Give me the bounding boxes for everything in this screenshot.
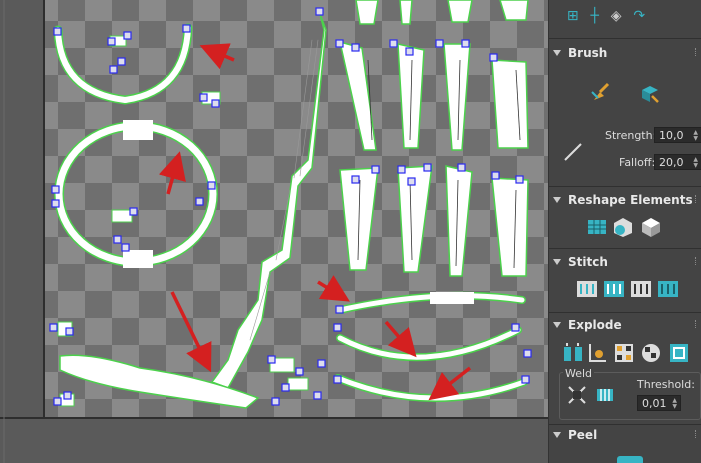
viewport-left-frame [0,0,44,463]
reshape-relax-icon[interactable] [611,216,635,238]
reshape-flatten-icon[interactable] [639,216,663,238]
stitch-target-icon[interactable] [629,278,653,300]
falloff-label: Falloff: [619,156,656,169]
checker-icon[interactable]: ◈ [611,8,622,24]
peel-icon[interactable] [617,456,643,463]
stitch-average-icon[interactable] [602,278,626,300]
weld-selected-icon[interactable] [565,384,589,406]
explode-detach-icon[interactable] [586,342,610,364]
strength-label: Strength: [605,129,657,142]
move-axis-icon[interactable]: ┼ [590,8,598,24]
brush-pinch-icon[interactable] [637,82,661,104]
stitch-title: Stitch [568,255,608,269]
reshape-straighten-icon[interactable] [585,216,609,238]
brush-relax-icon[interactable] [589,82,613,104]
falloff-line-icon[interactable] [561,141,585,163]
rotate-icon[interactable]: ↷ [633,8,645,24]
weld-label: Weld [563,367,595,380]
viewport-bottom-frame [0,418,548,463]
toolbar-icons-top[interactable]: ⊞ ┼ ◈ ↷ [561,0,651,32]
explode-title: Explode [568,318,622,332]
strength-value: 10,0 [659,128,684,142]
threshold-label: Threshold: [637,378,695,391]
grid-snap-icon[interactable]: ⊞ [567,8,579,24]
rollout-peel[interactable]: Peel [553,426,597,444]
threshold-spinner[interactable]: 0,01 ▲ ▼ [637,395,681,411]
explode-break-icon[interactable] [561,342,585,364]
uv-editor-viewport[interactable] [0,0,548,463]
threshold-value: 0,01 [642,396,667,410]
explode-flatten-icon[interactable] [667,342,691,364]
falloff-spinner[interactable]: 20,0 ▲ ▼ [654,154,701,170]
explode-checker-icon[interactable] [639,342,663,364]
weld-target-icon[interactable] [593,384,617,406]
peel-title: Peel [568,428,598,442]
rollout-reshape-elements[interactable]: Reshape Elements [553,191,693,209]
rollout-explode[interactable]: Explode [553,316,622,334]
rollout-brush[interactable]: Brush [553,44,607,62]
stitch-source-icon[interactable] [575,278,599,300]
rollout-stitch[interactable]: Stitch [553,253,608,271]
explode-uv-icon[interactable] [612,342,636,364]
strength-spinner[interactable]: 10,0 ▲ ▼ [654,127,701,143]
uv-canvas[interactable] [0,0,548,463]
reshape-title: Reshape Elements [568,193,693,207]
modifier-panel: ⊞ ┼ ◈ ↷ Brush Strength: 10,0 ▲ ▼ Falloff: … [548,0,701,463]
brush-title: Brush [568,46,608,60]
stitch-custom-icon[interactable] [656,278,680,300]
falloff-value: 20,0 [659,155,684,169]
